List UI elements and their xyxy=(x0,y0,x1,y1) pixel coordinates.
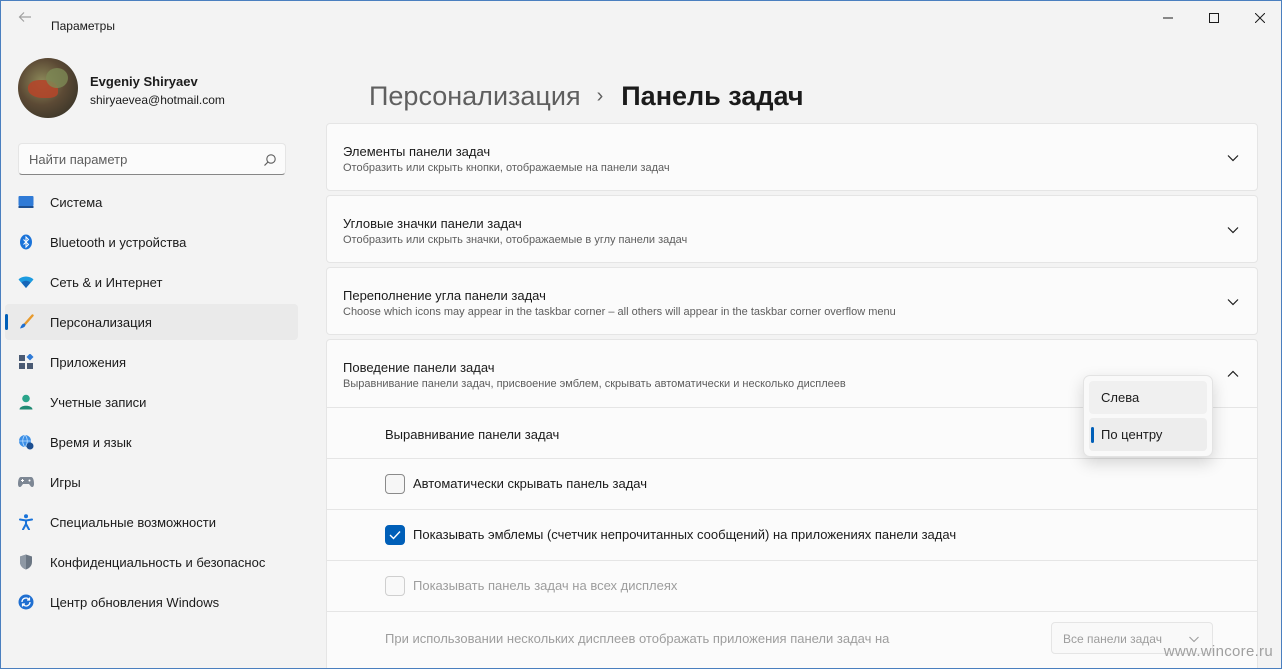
back-arrow-icon xyxy=(18,12,31,22)
sidebar-item-personalization[interactable]: Персонализация xyxy=(5,304,298,340)
section-taskbar-items[interactable]: Элементы панели задач Отобразить или скр… xyxy=(326,123,1258,191)
section-description: Choose which icons may appear in the tas… xyxy=(343,306,896,318)
section-title: Элементы панели задач xyxy=(343,144,491,159)
brush-icon xyxy=(18,314,34,330)
sidebar-item-label: Игры xyxy=(50,474,81,490)
sidebar-item-system[interactable]: Система xyxy=(5,184,298,220)
checkmark-icon xyxy=(389,531,401,540)
section-title: Угловые значки панели задач xyxy=(343,216,522,231)
sidebar-item-accounts[interactable]: Учетные записи xyxy=(5,384,298,420)
section-description: Выравнивание панели задач, присвоение эм… xyxy=(343,378,846,390)
section-title: Поведение панели задач xyxy=(343,360,495,375)
apps-icon xyxy=(18,354,34,370)
avatar[interactable] xyxy=(18,58,78,118)
wifi-icon xyxy=(18,274,34,290)
sidebar-item-label: Сеть & и Интернет xyxy=(50,274,163,290)
alignment-flyout-menu: Слева По центру xyxy=(1083,375,1213,457)
sidebar-nav: Система Bluetooth и устройства Сеть & и … xyxy=(5,184,298,624)
section-title: Переполнение угла панели задач xyxy=(343,288,546,303)
sidebar-item-apps[interactable]: Приложения xyxy=(5,344,298,380)
setting-row-multi-display: При использовании нескольких дисплеев от… xyxy=(326,612,1258,668)
setting-row-all-displays: Показывать панель задач на всех дисплеях xyxy=(326,561,1258,612)
watermark: www.wincore.ru xyxy=(1163,643,1273,660)
all-displays-label: Показывать панель задач на всех дисплеях xyxy=(413,578,678,593)
alignment-option-left[interactable]: Слева xyxy=(1089,381,1207,414)
bluetooth-icon xyxy=(18,234,34,250)
gamepad-icon xyxy=(18,474,34,490)
person-icon xyxy=(18,394,34,410)
breadcrumb: Персонализация › Панель задач xyxy=(369,81,804,112)
globe-clock-icon xyxy=(18,434,34,450)
settings-window: Параметры Evgeniy Shiryaev shiryaevea@ho… xyxy=(0,0,1282,669)
sidebar-item-time-language[interactable]: Время и язык xyxy=(5,424,298,460)
sidebar-item-privacy[interactable]: Конфиденциальность и безопаснос xyxy=(5,544,298,580)
minimize-button[interactable] xyxy=(1145,1,1191,35)
alignment-label: Выравнивание панели задач xyxy=(385,427,560,442)
sidebar-item-label: Центр обновления Windows xyxy=(50,594,220,610)
sidebar-item-bluetooth[interactable]: Bluetooth и устройства xyxy=(5,224,298,260)
sidebar-item-label: Персонализация xyxy=(50,314,152,330)
alignment-option-center[interactable]: По центру xyxy=(1089,418,1207,451)
badges-checkbox[interactable] xyxy=(385,525,405,545)
maximize-button[interactable] xyxy=(1191,1,1237,35)
option-label: Слева xyxy=(1101,390,1140,405)
app-title: Параметры xyxy=(51,19,115,33)
chevron-up-icon[interactable] xyxy=(1226,367,1240,381)
sidebar-item-label: Bluetooth и устройства xyxy=(50,234,187,250)
breadcrumb-separator: › xyxy=(596,85,604,107)
sidebar-item-label: Конфиденциальность и безопаснос xyxy=(50,554,266,570)
breadcrumb-parent[interactable]: Персонализация xyxy=(369,81,581,112)
chevron-down-icon[interactable] xyxy=(1226,151,1240,165)
badges-label[interactable]: Показывать эмблемы (счетчик непрочитанны… xyxy=(413,527,956,542)
section-description: Отобразить или скрыть значки, отображаем… xyxy=(343,234,688,246)
option-label: По центру xyxy=(1101,427,1163,442)
section-corner-overflow[interactable]: Переполнение угла панели задач Choose wh… xyxy=(326,267,1258,335)
sidebar-item-windows-update[interactable]: Центр обновления Windows xyxy=(5,584,298,620)
sidebar-item-accessibility[interactable]: Специальные возможности xyxy=(5,504,298,540)
sidebar-item-label: Система xyxy=(50,194,103,210)
sidebar-item-label: Учетные записи xyxy=(50,394,147,410)
system-icon xyxy=(18,194,34,210)
chevron-down-icon[interactable] xyxy=(1226,295,1240,309)
auto-hide-label[interactable]: Автоматически скрывать панель задач xyxy=(413,476,647,491)
section-corner-icons[interactable]: Угловые значки панели задач Отобразить и… xyxy=(326,195,1258,263)
multi-display-value: Все панели задач xyxy=(1063,632,1162,646)
search-input[interactable] xyxy=(19,144,249,174)
shield-icon xyxy=(18,554,34,570)
multi-display-label: При использовании нескольких дисплеев от… xyxy=(385,631,890,646)
accessibility-icon xyxy=(18,514,34,530)
chevron-down-icon[interactable] xyxy=(1226,223,1240,237)
update-icon xyxy=(18,594,34,610)
minimize-icon xyxy=(1163,17,1173,19)
page-title: Панель задач xyxy=(621,81,804,111)
all-displays-checkbox[interactable] xyxy=(385,576,405,596)
user-email: shiryaevea@hotmail.com xyxy=(90,93,225,107)
title-bar: Параметры xyxy=(1,1,1281,37)
sidebar-item-label: Время и язык xyxy=(50,434,132,450)
search-icon[interactable] xyxy=(263,153,277,167)
maximize-icon xyxy=(1209,13,1219,23)
back-button[interactable] xyxy=(15,10,35,28)
sidebar-item-gaming[interactable]: Игры xyxy=(5,464,298,500)
user-name: Evgeniy Shiryaev xyxy=(90,74,198,89)
sidebar-item-label: Специальные возможности xyxy=(50,514,216,530)
close-icon xyxy=(1255,13,1265,23)
section-description: Отобразить или скрыть кнопки, отображаем… xyxy=(343,162,670,174)
setting-row-badges: Показывать эмблемы (счетчик непрочитанны… xyxy=(326,510,1258,561)
search-box[interactable] xyxy=(18,143,286,175)
auto-hide-checkbox[interactable] xyxy=(385,474,405,494)
setting-row-auto-hide: Автоматически скрывать панель задач xyxy=(326,459,1258,510)
sidebar-item-network[interactable]: Сеть & и Интернет xyxy=(5,264,298,300)
close-button[interactable] xyxy=(1237,1,1281,35)
sidebar-item-label: Приложения xyxy=(50,354,127,370)
